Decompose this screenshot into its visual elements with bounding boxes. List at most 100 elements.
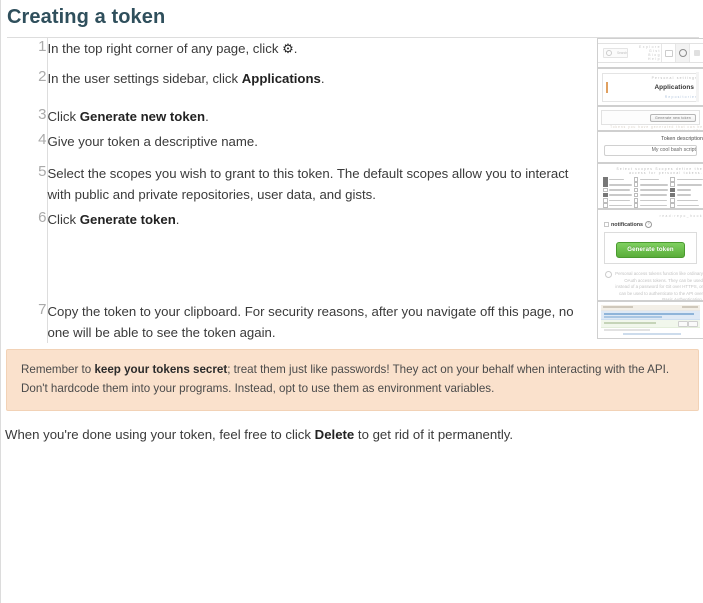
checkbox-icon[interactable] bbox=[670, 192, 675, 198]
thumbnail-token-copy-row[interactable] bbox=[597, 301, 703, 339]
checkbox-icon[interactable] bbox=[670, 198, 675, 203]
step-number: 5 bbox=[38, 163, 47, 180]
scope-checkbox-row[interactable] bbox=[603, 203, 632, 208]
step-screenshot-cell: Token description My cool bash script bbox=[587, 131, 703, 163]
checkbox-icon[interactable] bbox=[604, 222, 609, 227]
closing-text-before: When you're done using your token, feel … bbox=[5, 427, 315, 442]
scope-label bbox=[609, 204, 632, 207]
checkbox-icon[interactable] bbox=[603, 198, 608, 203]
closing-text-bold: Delete bbox=[314, 427, 355, 442]
checkbox-icon[interactable] bbox=[603, 182, 608, 188]
scope-label bbox=[609, 183, 632, 186]
checkbox-icon[interactable] bbox=[670, 182, 675, 188]
step-screenshot-cell: Search Explore Gist Blog Help bbox=[587, 38, 703, 68]
sidebar-item-repositories[interactable]: Repositories bbox=[609, 95, 698, 99]
notifications-scope-row[interactable]: notifications ? bbox=[604, 221, 703, 228]
scope-label bbox=[640, 199, 668, 202]
scopes-grid bbox=[603, 177, 703, 208]
step-text: In the user settings sidebar, click Appl… bbox=[46, 68, 587, 106]
gear-icon: ⚙ bbox=[282, 41, 294, 56]
step-row-3: 3 Click Generate new token. Generate new… bbox=[1, 106, 703, 131]
step-screenshot-cell bbox=[587, 301, 703, 343]
step-text-before: In the top right corner of any page, cli… bbox=[47, 41, 283, 56]
closing-paragraph: When you're done using your token, feel … bbox=[1, 411, 703, 445]
step-screenshot-cell: read:repo_hook notifications ? Generate … bbox=[587, 209, 703, 301]
step-screenshot-cell: Personal settings Applications Repositor… bbox=[587, 68, 703, 106]
step-text-before: Click bbox=[47, 212, 80, 227]
step-text-bold: Applications bbox=[241, 71, 321, 86]
doc-page: Creating a token 1 In the top right corn… bbox=[0, 0, 703, 603]
step-number: 2 bbox=[38, 68, 47, 85]
scope-label bbox=[609, 194, 632, 196]
warning-callout: Remember to keep your tokens secret; tre… bbox=[6, 349, 699, 411]
scope-label bbox=[676, 199, 699, 202]
thumbnail-generate-token-button[interactable]: read:repo_hook notifications ? Generate … bbox=[597, 209, 703, 301]
thumbnail-scopes-checkboxes[interactable]: Select scopes Scopes define the access f… bbox=[597, 163, 703, 209]
token-description-input[interactable]: My cool bash script bbox=[604, 145, 697, 156]
generate-token-button-wrap: Generate token bbox=[604, 232, 697, 264]
search-placeholder: Search bbox=[617, 51, 628, 55]
question-mark-icon[interactable]: ? bbox=[645, 221, 653, 228]
thumbnail-token-description[interactable]: Token description My cool bash script bbox=[597, 131, 703, 163]
gear-icon[interactable] bbox=[675, 44, 689, 62]
scopes-header: Select scopes Scopes define the access f… bbox=[616, 167, 703, 175]
search-input[interactable]: Search bbox=[603, 48, 629, 58]
scope-label bbox=[676, 178, 703, 181]
notifications-label: notifications bbox=[611, 221, 644, 228]
page-title: Creating a token bbox=[7, 6, 166, 28]
checkbox-icon[interactable] bbox=[603, 203, 608, 208]
checkbox-icon[interactable] bbox=[670, 177, 675, 182]
create-new-icon[interactable] bbox=[661, 44, 675, 62]
thumbnail-applications-sidebar[interactable]: Personal settings Applications Repositor… bbox=[597, 68, 703, 106]
gh-header-icons bbox=[661, 44, 703, 62]
generate-token-button[interactable]: Generate token bbox=[616, 242, 685, 258]
scope-checkbox-row[interactable] bbox=[670, 203, 702, 208]
thumbnail-generate-new-token-bar[interactable]: Generate new token Tokens you have gener… bbox=[597, 106, 703, 131]
step-text-after: . bbox=[205, 109, 209, 124]
step-text-before: In the user settings sidebar, click bbox=[47, 71, 242, 86]
checkbox-icon[interactable] bbox=[603, 192, 608, 198]
token-value-row[interactable] bbox=[601, 311, 700, 320]
scope-label bbox=[640, 189, 669, 191]
steps-table: 1 In the top right corner of any page, c… bbox=[1, 38, 703, 343]
step-row-5: 5 Select the scopes you wish to grant to… bbox=[1, 163, 703, 209]
checkbox-icon[interactable] bbox=[670, 203, 675, 208]
scope-label bbox=[609, 189, 630, 191]
delete-button[interactable] bbox=[688, 321, 698, 328]
checkbox-icon[interactable] bbox=[633, 192, 639, 198]
scrollbar[interactable] bbox=[696, 72, 699, 102]
checkbox-icon[interactable] bbox=[633, 203, 639, 208]
checkbox-icon[interactable] bbox=[633, 198, 639, 203]
thumbnail-gh-header-bar[interactable]: Search Explore Gist Blog Help bbox=[597, 38, 703, 68]
generate-token-footer: Personal access tokens function like ord… bbox=[605, 271, 703, 300]
scope-label bbox=[676, 189, 692, 191]
step-text-bold: Generate new token bbox=[79, 109, 206, 124]
step-text: Give your token a descriptive name. bbox=[46, 131, 587, 163]
avatar[interactable] bbox=[689, 44, 703, 62]
edit-button[interactable] bbox=[678, 321, 688, 328]
generate-new-token-button[interactable]: Generate new token bbox=[650, 113, 696, 122]
sidebar-item-applications[interactable]: Applications bbox=[606, 82, 694, 93]
gh-nav-links[interactable]: Explore Gist Blog Help bbox=[634, 45, 661, 61]
sidebar-section-label: Personal settings bbox=[651, 76, 698, 80]
info-icon bbox=[605, 271, 612, 278]
checkbox-icon[interactable] bbox=[603, 187, 608, 193]
step-text: Select the scopes you wish to grant to t… bbox=[46, 163, 587, 209]
checkbox-icon[interactable] bbox=[633, 177, 639, 182]
checkbox-icon[interactable] bbox=[633, 187, 639, 193]
checkbox-icon[interactable] bbox=[633, 182, 639, 188]
step-text-after: . bbox=[293, 41, 298, 56]
checkbox-icon[interactable] bbox=[670, 187, 675, 193]
step-number: 6 bbox=[38, 209, 47, 226]
scope-checkbox-row[interactable] bbox=[633, 203, 669, 208]
scope-label bbox=[609, 199, 630, 202]
step-row-1: 1 In the top right corner of any page, c… bbox=[1, 38, 703, 68]
checkbox-icon[interactable] bbox=[603, 177, 608, 182]
step-text: In the top right corner of any page, cli… bbox=[46, 38, 587, 68]
step-text-before: Click bbox=[47, 109, 80, 124]
step-number: 1 bbox=[38, 38, 47, 55]
scope-above-label: read:repo_hook bbox=[659, 214, 703, 218]
sidebar-panel: Personal settings Applications Repositor… bbox=[602, 73, 699, 102]
token-actions-row[interactable] bbox=[601, 320, 700, 328]
scope-label bbox=[676, 194, 692, 196]
